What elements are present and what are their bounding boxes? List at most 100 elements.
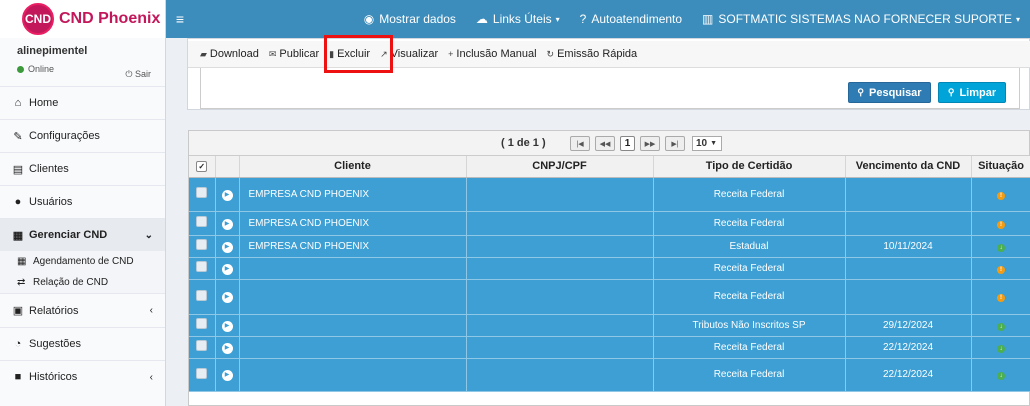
table-row[interactable]: ▶ EMPRESA CND PHOENIX Receita Federal!	[189, 177, 1030, 212]
sidebar-item-gerenciar-cnd[interactable]: ▦ Gerenciar CND ⌄	[0, 218, 165, 251]
status-orange-icon[interactable]: !	[997, 191, 1005, 200]
row-checkbox-cell[interactable]	[189, 211, 216, 236]
cell-situacao[interactable]: !	[971, 279, 1030, 315]
row-checkbox[interactable]	[196, 216, 208, 227]
cell-tipo: Estadual	[653, 235, 846, 258]
row-checkbox-cell[interactable]	[189, 358, 216, 392]
status-green-icon[interactable]: ↓	[997, 344, 1005, 353]
row-checkbox-cell[interactable]	[189, 336, 216, 359]
column-header-tipo[interactable]: Tipo de Certidão	[653, 156, 846, 178]
row-checkbox[interactable]	[196, 187, 208, 198]
table-row[interactable]: ▶ EMPRESA CND PHOENIX Estadual 10/11/2024 ↓	[189, 235, 1030, 258]
cell-situacao[interactable]: ↓	[971, 336, 1030, 359]
autoatendimento-link[interactable]: ? Autoatendimento	[570, 0, 692, 38]
row-expand-cell[interactable]: ▶	[215, 358, 240, 392]
row-checkbox[interactable]	[196, 289, 208, 301]
sidebar-subitem-agendamento[interactable]: ▦ Agendamento de CND	[0, 251, 165, 272]
status-green-icon[interactable]: ↓	[997, 322, 1005, 331]
play-circle-icon[interactable]: ▶	[221, 342, 233, 354]
sidebar-item-home[interactable]: ⌂ Home	[0, 86, 165, 119]
prev-page-button[interactable]: ◀◀	[595, 136, 615, 151]
status-orange-icon[interactable]: !	[997, 294, 1005, 302]
company-dropdown[interactable]: ▥ SOFTMATIC SISTEMAS NAO FORNECER SUPORT…	[692, 0, 1030, 38]
table-row[interactable]: ▶ Receita Federal 22/12/2024 ↓	[189, 336, 1030, 359]
row-expand-cell[interactable]: ▶	[215, 279, 240, 315]
status-green-icon[interactable]: ↓	[997, 243, 1005, 252]
table-row[interactable]: ▶ Receita Federal!	[189, 257, 1030, 280]
pesquisar-button[interactable]: ⚲ Pesquisar	[848, 82, 931, 103]
row-expand-cell[interactable]: ▶	[215, 235, 240, 258]
first-page-button[interactable]: |◀	[570, 136, 590, 151]
row-checkbox[interactable]	[196, 318, 208, 329]
row-checkbox[interactable]	[196, 367, 208, 379]
cell-situacao[interactable]: !	[971, 177, 1030, 212]
inclusao-manual-button[interactable]: + Inclusão Manual	[448, 48, 536, 60]
table-row[interactable]: ▶ Receita Federal 22/12/2024 ↓	[189, 358, 1030, 392]
row-checkbox[interactable]	[196, 261, 208, 272]
logout-link[interactable]: ⏻ Sair	[125, 69, 151, 80]
links-uteis-dropdown[interactable]: ☁ Links Úteis ▾	[466, 0, 570, 38]
play-circle-icon[interactable]: ▶	[221, 263, 233, 275]
sidebar-item-relatorios[interactable]: ▣ Relatórios ‹	[0, 293, 165, 327]
cell-situacao[interactable]: ↓	[971, 314, 1030, 337]
limpar-button[interactable]: ⚲ Limpar	[938, 82, 1006, 103]
play-circle-icon[interactable]: ▶	[221, 189, 233, 201]
last-page-button[interactable]: ▶|	[665, 136, 685, 151]
row-checkbox-cell[interactable]	[189, 177, 216, 212]
logo[interactable]: CND CND Phoenix	[0, 0, 165, 38]
play-circle-icon[interactable]: ▶	[221, 292, 233, 303]
cell-situacao[interactable]: ↓	[971, 358, 1030, 392]
download-button[interactable]: ▰ Download	[200, 48, 259, 60]
row-checkbox[interactable]	[196, 239, 208, 250]
select-all-header[interactable]: ✓	[189, 156, 216, 178]
cell-cliente	[239, 257, 467, 280]
emissao-rapida-button[interactable]: ↻ Emissão Rápida	[547, 48, 638, 60]
cell-situacao[interactable]: ↓	[971, 235, 1030, 258]
chevron-down-icon: ⌄	[144, 229, 153, 241]
row-checkbox-cell[interactable]	[189, 314, 216, 337]
play-circle-icon[interactable]: ▶	[221, 241, 233, 253]
sidebar-item-clientes[interactable]: ▤ Clientes	[0, 152, 165, 185]
search-icon: ⚲	[947, 87, 955, 97]
row-expand-cell[interactable]: ▶	[215, 314, 240, 337]
table-row[interactable]: ▶ EMPRESA CND PHOENIX Receita Federal!	[189, 211, 1030, 236]
select-all-checkbox[interactable]: ✓	[196, 161, 208, 173]
sidebar-item-usuarios[interactable]: ● Usuários	[0, 185, 165, 218]
column-header-vencimento[interactable]: Vencimento da CND	[845, 156, 972, 178]
table-row[interactable]: ▶ Tributos Não Inscritos SP 29/12/2024 ↓	[189, 314, 1030, 337]
sidebar-item-sugestoes[interactable]: ◔ Sugestões	[0, 327, 165, 360]
play-circle-icon[interactable]: ▶	[221, 218, 233, 230]
next-page-button[interactable]: ▶▶	[640, 136, 660, 151]
cell-cliente	[239, 314, 467, 337]
column-header-situacao[interactable]: Situação	[971, 156, 1030, 178]
row-checkbox-cell[interactable]	[189, 235, 216, 258]
sidebar-item-label: Home	[29, 97, 59, 109]
play-circle-icon[interactable]: ▶	[221, 320, 233, 332]
rows-per-page-select[interactable]: 10 ▼	[692, 136, 722, 151]
row-checkbox[interactable]	[196, 340, 208, 351]
row-expand-cell[interactable]: ▶	[215, 211, 240, 236]
row-expand-cell[interactable]: ▶	[215, 177, 240, 212]
cell-situacao[interactable]: !	[971, 257, 1030, 280]
column-header-cnpj[interactable]: CNPJ/CPF	[466, 156, 654, 178]
play-circle-icon[interactable]: ▶	[221, 370, 233, 381]
row-checkbox-cell[interactable]	[189, 257, 216, 280]
page-1-button[interactable]: 1	[620, 136, 635, 151]
status-green-icon[interactable]: ↓	[997, 372, 1005, 380]
sidebar-item-historicos[interactable]: ■ Históricos ‹	[0, 360, 165, 393]
row-checkbox-cell[interactable]	[189, 279, 216, 315]
sidebar-subitem-relacao[interactable]: ⇄ Relação de CND	[0, 272, 165, 293]
status-orange-icon[interactable]: !	[997, 265, 1005, 274]
mostrar-dados-link[interactable]: ◉ Mostrar dados	[354, 0, 466, 38]
hamburger-menu-icon[interactable]: ≡	[166, 11, 194, 27]
row-expand-cell[interactable]: ▶	[215, 336, 240, 359]
status-orange-icon[interactable]: !	[997, 220, 1005, 229]
row-expand-cell[interactable]: ▶	[215, 257, 240, 280]
envelope-icon: ✉	[268, 48, 277, 59]
column-header-cliente[interactable]: Cliente	[239, 156, 467, 178]
sidebar-item-configuracoes[interactable]: ✎ Configurações	[0, 119, 165, 152]
publicar-button[interactable]: ✉ Publicar	[269, 48, 319, 60]
table-row[interactable]: ▶ Receita Federal!	[189, 279, 1030, 315]
question-icon: ?	[579, 12, 587, 26]
cell-situacao[interactable]: !	[971, 211, 1030, 236]
